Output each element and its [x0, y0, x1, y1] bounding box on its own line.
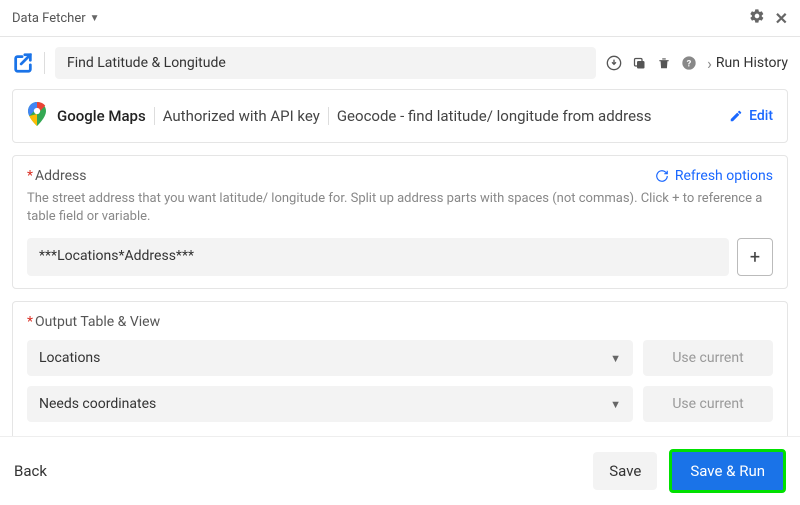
- caret-down-icon: ▼: [610, 352, 621, 365]
- address-card: *Address Refresh options The street addr…: [12, 155, 788, 289]
- edit-label: Edit: [749, 108, 773, 124]
- footer-bar: Back Save Save & Run: [0, 436, 800, 505]
- caret-down-icon: ▼: [90, 13, 100, 24]
- address-label: *Address: [27, 168, 86, 184]
- source-card: Google Maps Authorized with API key Geoc…: [12, 89, 788, 143]
- source-service: Google Maps: [57, 107, 146, 125]
- output-view-select[interactable]: Needs coordinates ▼: [27, 386, 633, 422]
- output-label: *Output Table & View: [27, 314, 773, 330]
- required-marker: *: [27, 314, 33, 330]
- required-marker: *: [27, 168, 33, 184]
- chevron-right-icon: ›: [707, 54, 712, 73]
- address-value: ***Locations*Address***: [39, 248, 194, 264]
- output-view-value: Needs coordinates: [39, 396, 156, 412]
- save-button[interactable]: Save: [593, 452, 657, 490]
- use-current-table-button[interactable]: Use current: [643, 340, 773, 376]
- svg-text:?: ?: [687, 58, 692, 69]
- request-toolbar: Find Latitude & Longitude ? › Run Histor…: [0, 37, 800, 89]
- back-button[interactable]: Back: [14, 462, 47, 480]
- edit-source-button[interactable]: Edit: [729, 108, 773, 124]
- vertical-divider: [154, 107, 155, 125]
- gear-icon[interactable]: [749, 8, 765, 28]
- copy-icon[interactable]: [632, 56, 647, 71]
- address-help-text: The street address that you want latitud…: [27, 190, 773, 226]
- output-table-select[interactable]: Locations ▼: [27, 340, 633, 376]
- close-icon[interactable]: ✕: [775, 9, 788, 28]
- trash-icon[interactable]: [657, 55, 671, 71]
- vertical-divider: [44, 52, 45, 74]
- output-card: *Output Table & View Locations ▼ Use cur…: [12, 301, 788, 452]
- request-name-text: Find Latitude & Longitude: [67, 55, 226, 71]
- source-endpoint: Geocode - find latitude/ longitude from …: [337, 107, 652, 125]
- caret-down-icon: ▼: [610, 398, 621, 411]
- refresh-label: Refresh options: [675, 168, 773, 184]
- vertical-divider: [328, 107, 329, 125]
- download-icon[interactable]: [606, 55, 622, 71]
- help-icon[interactable]: ?: [681, 55, 697, 71]
- app-name-label: Data Fetcher: [12, 11, 86, 26]
- app-name-dropdown[interactable]: Data Fetcher ▼: [12, 11, 100, 26]
- run-history-label: Run History: [716, 55, 788, 71]
- refresh-options-button[interactable]: Refresh options: [655, 168, 773, 184]
- use-current-view-button[interactable]: Use current: [643, 386, 773, 422]
- add-reference-button[interactable]: +: [737, 238, 773, 276]
- google-maps-pin-icon: [27, 102, 47, 130]
- address-input[interactable]: ***Locations*Address***: [27, 238, 729, 276]
- app-topbar: Data Fetcher ▼ ✕: [0, 0, 800, 36]
- datafetcher-logo-icon: [12, 52, 34, 74]
- save-and-run-button[interactable]: Save & Run: [669, 449, 786, 493]
- request-name-input[interactable]: Find Latitude & Longitude: [55, 47, 596, 79]
- output-table-value: Locations: [39, 350, 100, 366]
- run-history-link[interactable]: › Run History: [707, 54, 788, 73]
- source-auth: Authorized with API key: [163, 107, 320, 125]
- content-scroll[interactable]: Google Maps Authorized with API key Geoc…: [0, 89, 800, 453]
